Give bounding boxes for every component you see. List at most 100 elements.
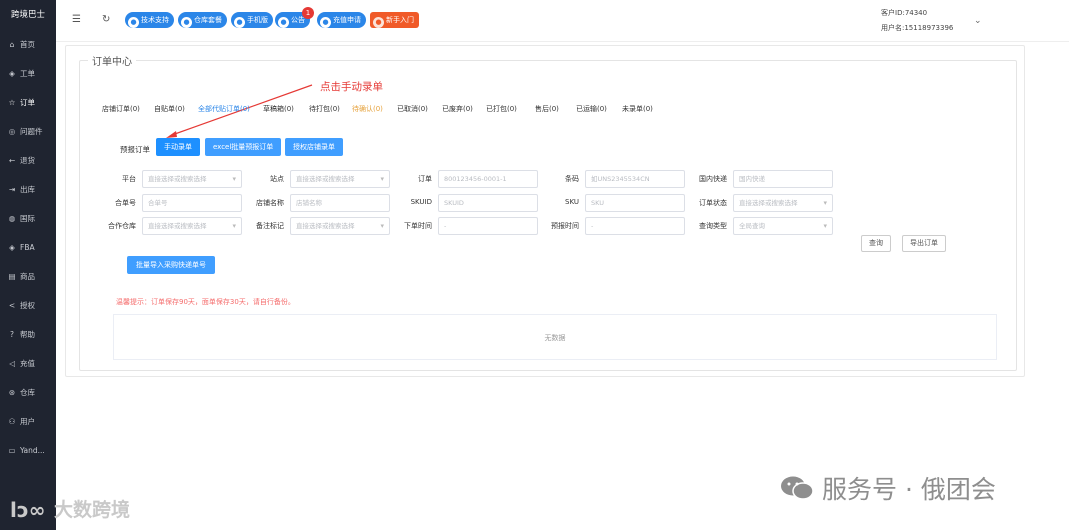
sidebar-item-9[interactable]: < 授权 [0, 291, 56, 320]
sidebar-item-4[interactable]: ← 退货 [0, 146, 56, 175]
header-pill-4[interactable]: ● 充值申请 [317, 12, 366, 28]
filter-input-shop-name[interactable]: 店铺名称 [290, 194, 390, 212]
sidebar-item-12[interactable]: ⊛ 仓库 [0, 378, 56, 407]
problem-icon: ◎ [8, 127, 16, 136]
order-center-panel: 订单中心 点击手动录单 店铺订单(0) 自贴单(0) 全部代贴订单(0) 草稿箱(0)… [65, 45, 1025, 377]
order-tab-6[interactable]: 已取消(0) [397, 104, 428, 114]
sidebar-item-label: 授权 [20, 301, 35, 310]
order-tab-7[interactable]: 已废弃(0) [442, 104, 473, 114]
sidebar-item-label: 退货 [20, 156, 35, 165]
sidebar-item-label: 充值 [20, 359, 35, 368]
user-icon: ⚇ [8, 417, 16, 426]
filter-input-forecast-time[interactable]: - [585, 217, 685, 235]
filter-label-barcode: 条码 [565, 175, 579, 183]
header-pill-2[interactable]: ● 手机版 [231, 12, 273, 28]
filter-label-status: 订单状态 [699, 199, 727, 207]
outbound-icon: ⇥ [8, 185, 16, 194]
filter-input-sku[interactable]: SKU [585, 194, 685, 212]
empty-table: 无数据 [113, 314, 997, 360]
filter-label-shop-name: 店铺名称 [256, 199, 284, 207]
sidebar-item-label: 仓库 [20, 388, 35, 397]
sidebar-item-2[interactable]: ☆ 订单 [0, 88, 56, 117]
order-tab-1[interactable]: 自贴单(0) [154, 104, 185, 114]
sidebar-item-8[interactable]: ▤ 商品 [0, 262, 56, 291]
filter-input-platform[interactable]: 直接选择或搜索选择 ▾ [142, 170, 242, 188]
filter-label-remark: 备注标记 [256, 222, 284, 230]
sidebar-item-7[interactable]: ◈ FBA [0, 233, 56, 262]
return-icon: ← [8, 156, 16, 165]
sidebar-item-1[interactable]: ◈ 工单 [0, 59, 56, 88]
shop-entry-button[interactable]: 授权店铺录单 [285, 138, 343, 156]
sidebar-item-11[interactable]: ◁ 充值 [0, 349, 56, 378]
filter-input-domestic[interactable]: 国内快递 [733, 170, 833, 188]
filter-input-remark[interactable]: 直接选择或搜索选择 ▾ [290, 217, 390, 235]
header-pill-label: 仓库套餐 [194, 16, 222, 24]
header-pill-label: 新手入门 [386, 16, 414, 24]
ticket-icon: ◈ [9, 69, 15, 78]
fba-icon: ◈ [9, 243, 15, 252]
wechat-icon [780, 475, 814, 501]
menu-toggle-icon[interactable]: ☰ [72, 14, 81, 25]
filter-input-barcode[interactable]: 如UNS2345534CN [585, 170, 685, 188]
search-button[interactable]: 查询 [861, 235, 891, 252]
filter-placeholder: 合单号 [148, 199, 168, 207]
order-tab-3[interactable]: 草稿箱(0) [263, 104, 294, 114]
filter-label-skuid: SKUID [410, 198, 432, 206]
filter-placeholder: 如UNS2345534CN [591, 175, 650, 183]
sidebar-item-14[interactable]: ▭ Yand... [0, 436, 56, 465]
filter-label-partner: 合作仓库 [108, 222, 136, 230]
filter-input-partner[interactable]: 直接选择或搜索选择 ▾ [142, 217, 242, 235]
notice-icon: ● [278, 17, 289, 28]
sidebar-item-label: FBA [20, 243, 35, 252]
order-tab-11[interactable]: 未录单(0) [622, 104, 653, 114]
filter-label-platform: 平台 [122, 175, 136, 183]
filter-placeholder: 直接选择或搜索选择 [296, 175, 355, 183]
header-pill-3[interactable]: ● 公告 1 [275, 7, 314, 28]
filter-input-site[interactable]: 直接选择或搜索选择 ▾ [290, 170, 390, 188]
customer-id: 客户ID:74340 [881, 9, 928, 17]
recharge-icon: ● [320, 17, 331, 28]
header-pill-1[interactable]: ● 仓库套餐 [178, 12, 227, 28]
manual-entry-button[interactable]: 手动录单 [156, 138, 200, 156]
sidebar-item-0[interactable]: ⌂ 首页 [0, 30, 56, 59]
excel-batch-button[interactable]: excel批量预报订单 [205, 138, 282, 156]
sidebar-item-label: 首页 [20, 40, 35, 49]
filter-label-query-type: 查询类型 [699, 222, 727, 230]
filter-input-query-type[interactable]: 全局查询 ▾ [733, 217, 833, 235]
sidebar-item-label: 工单 [20, 69, 35, 78]
order-tab-9[interactable]: 售后(0) [535, 104, 559, 114]
warehouse-icon: ⊛ [8, 388, 16, 397]
filter-label-domestic: 国内快递 [699, 175, 727, 183]
order-tab-5[interactable]: 待确认(0) [352, 104, 383, 114]
order-tab-0[interactable]: 店铺订单(0) [102, 104, 140, 114]
export-button[interactable]: 导出订单 [902, 235, 946, 252]
order-tab-8[interactable]: 已打包(0) [486, 104, 517, 114]
filter-input-merge[interactable]: 合单号 [142, 194, 242, 212]
sidebar-item-6[interactable]: ◍ 国际 [0, 204, 56, 233]
star-icon: ☆ [8, 98, 16, 107]
sidebar-item-5[interactable]: ⇥ 出库 [0, 175, 56, 204]
refresh-icon[interactable]: ↻ [102, 14, 110, 25]
order-tab-2[interactable]: 全部代贴订单(0) [198, 104, 250, 114]
goods-icon: ▤ [8, 272, 16, 281]
sidebar-item-label: 帮助 [20, 330, 35, 339]
sidebar-item-3[interactable]: ◎ 问题件 [0, 117, 56, 146]
notification-badge: 1 [302, 7, 314, 19]
chevron-down-icon[interactable]: ⌄ [974, 16, 982, 26]
support-icon: ● [128, 17, 139, 28]
filter-placeholder: SKUID [444, 199, 464, 207]
import-tracking-button[interactable]: 批量导入采购快递单号 [127, 256, 215, 274]
sidebar-item-13[interactable]: ⚇ 用户 [0, 407, 56, 436]
filter-placeholder: 直接选择或搜索选择 [296, 222, 355, 230]
filter-input-status[interactable]: 直接选择或搜索选择 ▾ [733, 194, 833, 212]
filter-label-order-time: 下单时间 [404, 222, 432, 230]
order-tab-4[interactable]: 待打包(0) [309, 104, 340, 114]
order-tab-10[interactable]: 已运输(0) [576, 104, 607, 114]
header-pill-0[interactable]: ● 技术支持 [125, 12, 174, 28]
filter-label-forecast-time: 预报时间 [551, 222, 579, 230]
header-pill-5[interactable]: ● 新手入门 [370, 12, 419, 28]
watermark-wechat: 服务号 · 俄团会 [780, 470, 996, 506]
sidebar-item-10[interactable]: ? 帮助 [0, 320, 56, 349]
sidebar-item-label: 商品 [20, 272, 35, 281]
filter-label-merge: 合单号 [115, 199, 136, 207]
